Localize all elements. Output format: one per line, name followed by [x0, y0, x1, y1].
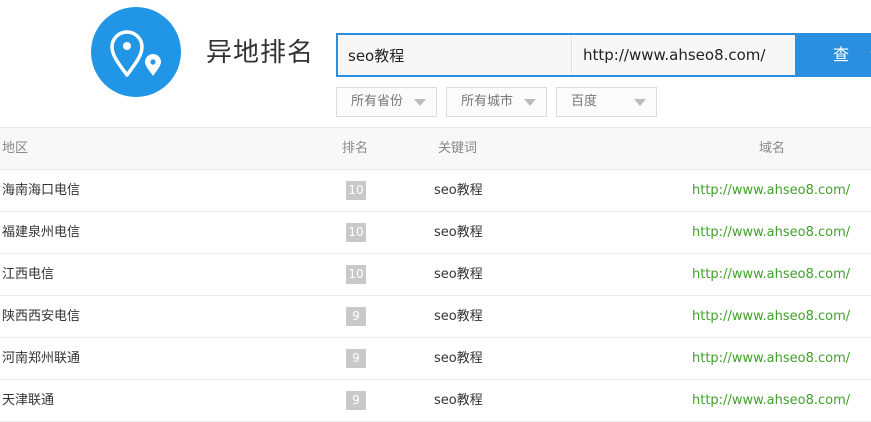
- query-button[interactable]: 查 询: [795, 35, 871, 75]
- region-cell: 天津联通: [2, 393, 55, 408]
- column-header-keyword: 关键词: [438, 141, 478, 156]
- table-row: 江西电信 10 seo教程 http://www.ahseo8.com/: [0, 254, 871, 296]
- city-select[interactable]: 所有城市: [446, 87, 547, 117]
- domain-link[interactable]: http://www.ahseo8.com/: [692, 338, 850, 379]
- keyword-cell: seo教程: [434, 183, 483, 198]
- search-bar: 查 询: [336, 33, 871, 77]
- domain-link[interactable]: http://www.ahseo8.com/: [692, 254, 850, 295]
- rank-badge: 10: [346, 181, 366, 200]
- city-select-label: 所有城市: [461, 94, 514, 109]
- column-header-domain: 域名: [759, 141, 786, 156]
- search-engine-select[interactable]: 百度: [556, 87, 657, 117]
- table-row: 海南海口电信 10 seo教程 http://www.ahseo8.com/: [0, 170, 871, 212]
- rank-badge: 9: [346, 307, 366, 326]
- keyword-cell: seo教程: [434, 393, 483, 408]
- keyword-cell: seo教程: [434, 225, 483, 240]
- rank-badge: 10: [346, 265, 366, 284]
- rank-badge: 9: [346, 391, 366, 410]
- region-cell: 海南海口电信: [2, 183, 81, 198]
- province-select[interactable]: 所有省份: [336, 87, 437, 117]
- region-cell: 福建泉州电信: [2, 225, 81, 240]
- region-cell: 江西电信: [2, 267, 55, 282]
- caret-down-icon: [414, 99, 426, 106]
- domain-link[interactable]: http://www.ahseo8.com/: [692, 170, 850, 211]
- caret-down-icon: [634, 99, 646, 106]
- page-title: 异地排名: [206, 38, 315, 68]
- rank-badge: 10: [346, 223, 366, 242]
- url-input[interactable]: [573, 35, 795, 75]
- table-row: 天津联通 9 seo教程 http://www.ahseo8.com/: [0, 380, 871, 422]
- column-header-region: 地区: [2, 141, 29, 156]
- table-row: 福建泉州电信 10 seo教程 http://www.ahseo8.com/: [0, 212, 871, 254]
- domain-link[interactable]: http://www.ahseo8.com/: [692, 296, 850, 337]
- region-cell: 陕西西安电信: [2, 309, 81, 324]
- region-cell: 河南郑州联通: [2, 351, 81, 366]
- column-header-rank: 排名: [342, 141, 369, 156]
- caret-down-icon: [524, 99, 536, 106]
- location-logo-icon: [91, 7, 181, 97]
- keyword-cell: seo教程: [434, 351, 483, 366]
- table-header: 地区 排名 关键词 域名: [0, 127, 871, 170]
- keyword-input[interactable]: [338, 35, 572, 75]
- rank-badge: 9: [346, 349, 366, 368]
- keyword-cell: seo教程: [434, 309, 483, 324]
- domain-link[interactable]: http://www.ahseo8.com/: [692, 380, 850, 421]
- table-row: 河南郑州联通 9 seo教程 http://www.ahseo8.com/: [0, 338, 871, 380]
- domain-link[interactable]: http://www.ahseo8.com/: [692, 212, 850, 253]
- search-engine-select-label: 百度: [571, 94, 598, 109]
- keyword-cell: seo教程: [434, 267, 483, 282]
- province-select-label: 所有省份: [351, 94, 404, 109]
- table-row: 陕西西安电信 9 seo教程 http://www.ahseo8.com/: [0, 296, 871, 338]
